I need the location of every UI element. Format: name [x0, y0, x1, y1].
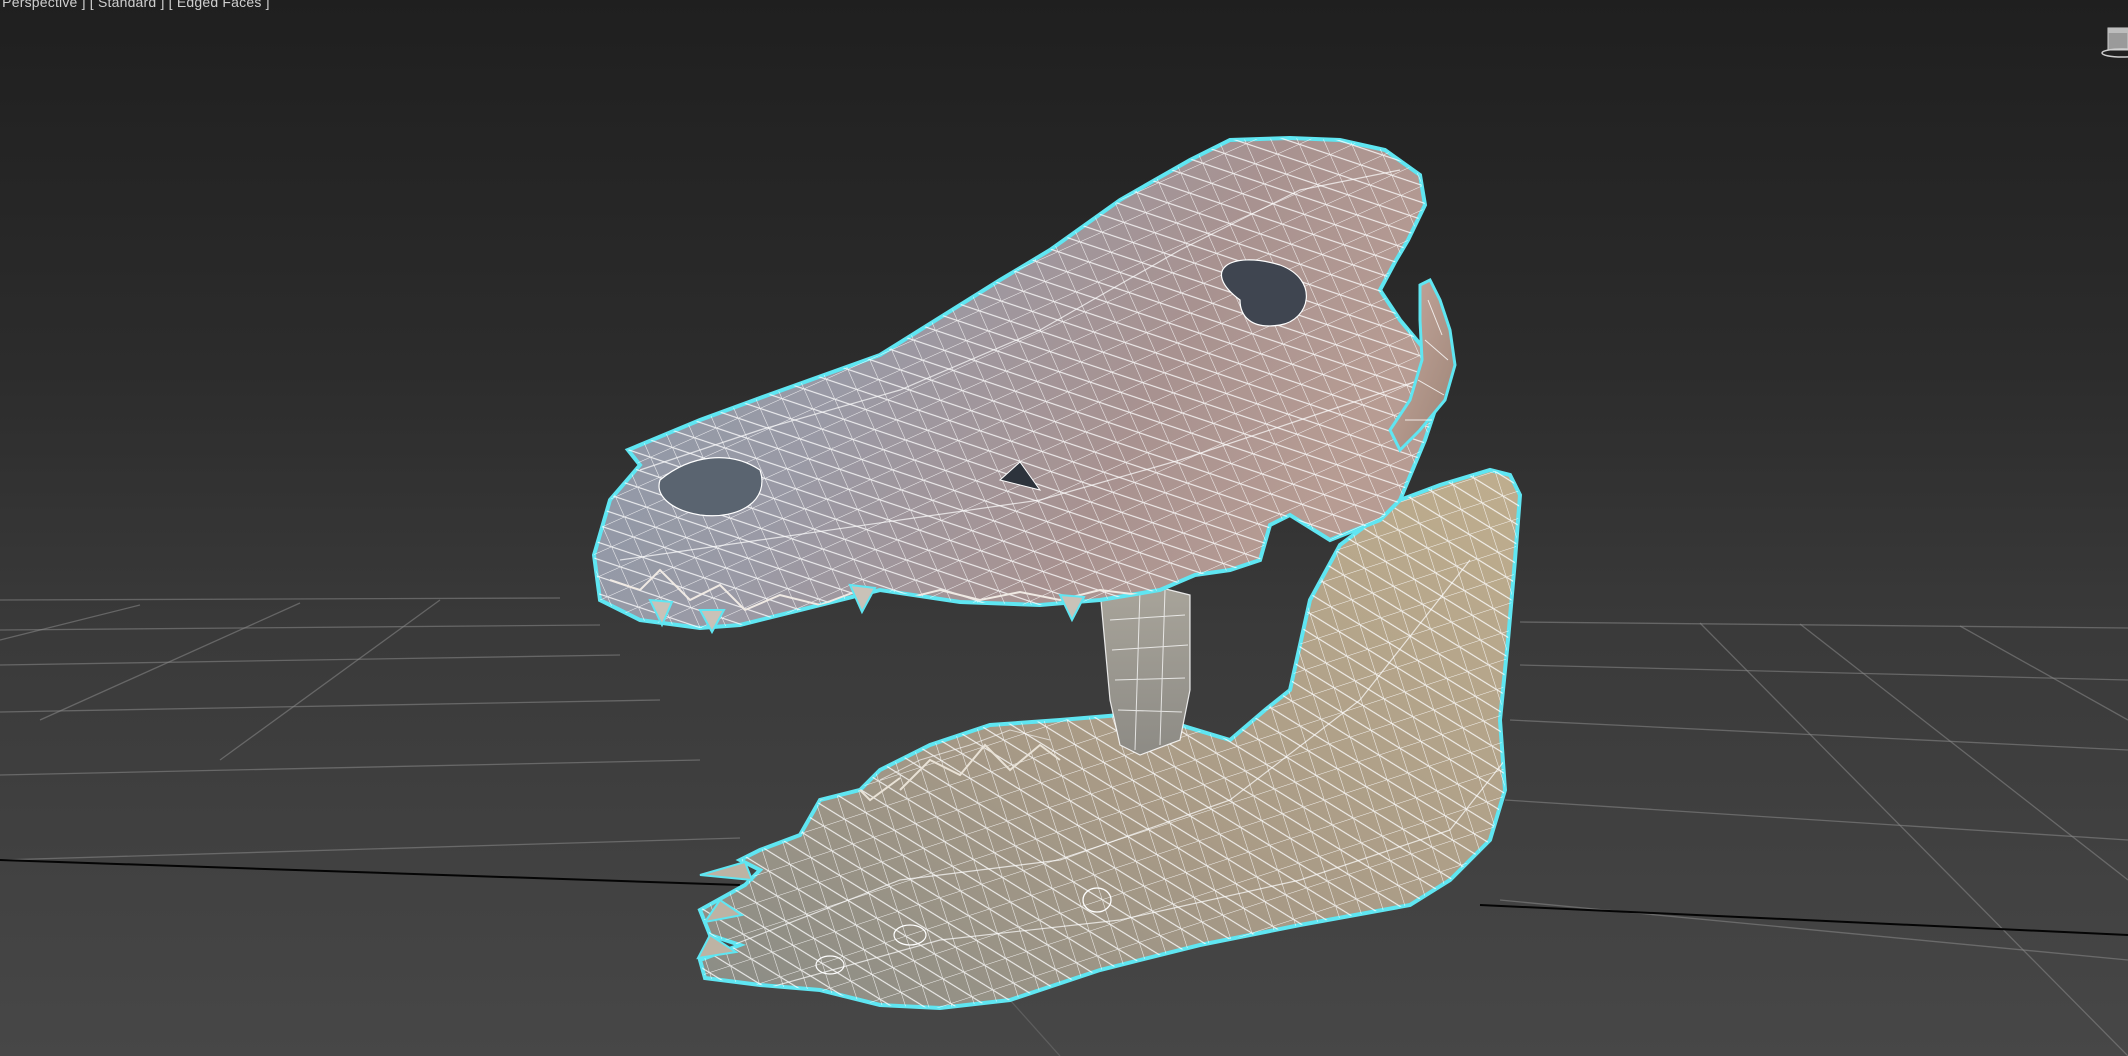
- viewcube-icon[interactable]: [2094, 22, 2128, 62]
- perspective-viewport[interactable]: [ Perspective ] [ Standard ] [ Edged Fac…: [0, 0, 2128, 1056]
- cranium-mesh[interactable]: [580, 120, 1460, 640]
- scene-canvas[interactable]: [0, 0, 2128, 1056]
